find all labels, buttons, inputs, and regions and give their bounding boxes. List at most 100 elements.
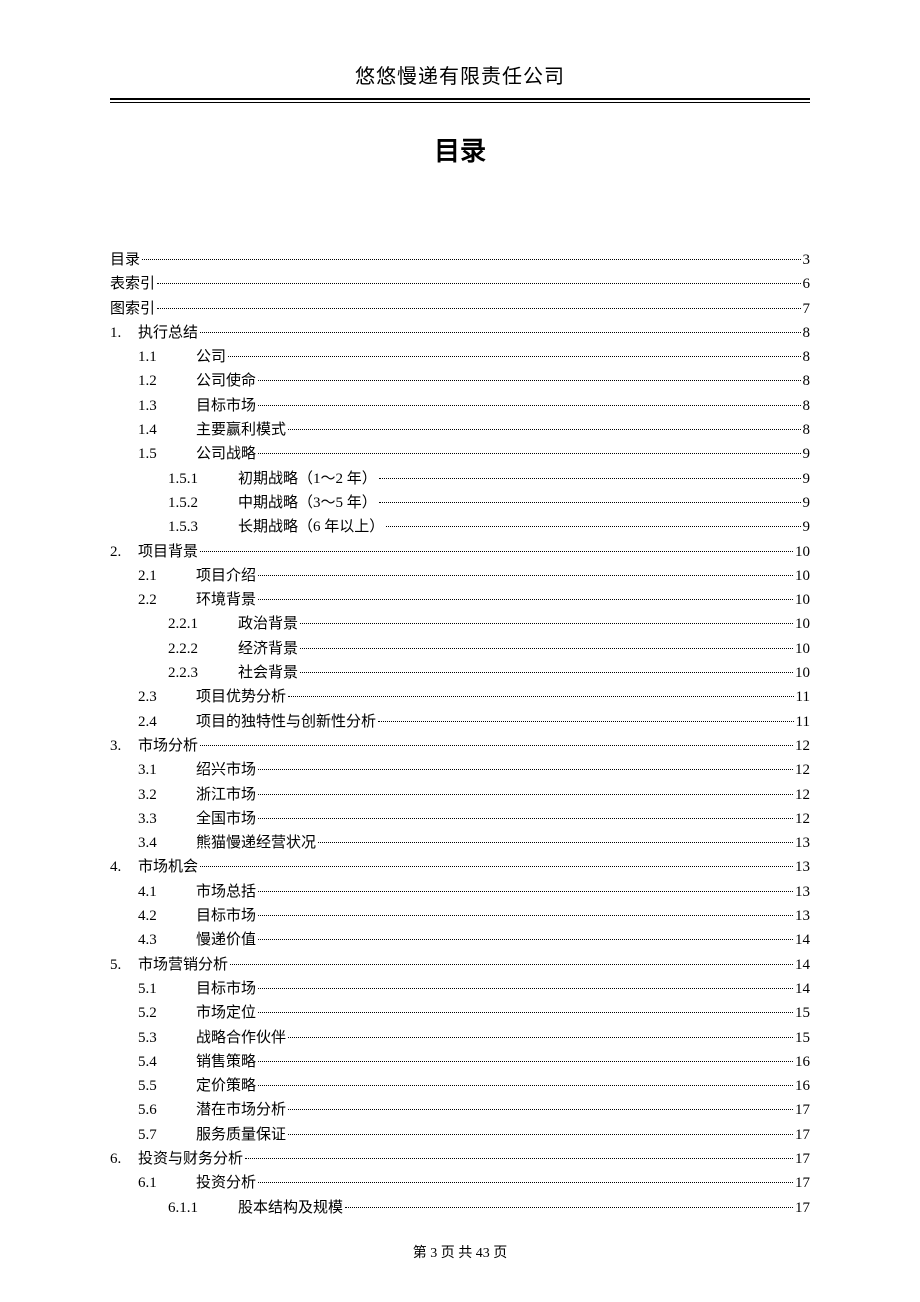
- dot-leader: [258, 575, 793, 576]
- document-page: 悠悠慢递有限责任公司 目录 目录3表索引6图索引71.执行总结81.1公司81.…: [0, 0, 920, 1302]
- toc-entry-page: 9: [803, 467, 811, 491]
- toc-entry-page: 17: [795, 1123, 810, 1147]
- toc-entry-label: 慢递价值: [196, 928, 256, 952]
- toc-entry-number: 6.1: [110, 1171, 196, 1195]
- dot-leader: [379, 502, 801, 503]
- toc-entry[interactable]: 6.1.1股本结构及规模17: [110, 1196, 810, 1220]
- toc-entry-label: 股本结构及规模: [238, 1196, 343, 1220]
- toc-entry-label: 项目的独特性与创新性分析: [196, 710, 376, 734]
- toc-entry[interactable]: 图索引7: [110, 297, 810, 321]
- page-title: 目录: [110, 131, 810, 168]
- toc-entry-number: 3.2: [110, 783, 196, 807]
- toc-entry[interactable]: 2.1项目介绍10: [110, 564, 810, 588]
- toc-entry-label: 政治背景: [238, 612, 298, 636]
- dot-leader: [300, 672, 793, 673]
- toc-entry-label: 公司: [196, 345, 226, 369]
- toc-entry[interactable]: 1.1公司8: [110, 345, 810, 369]
- toc-entry[interactable]: 1.执行总结8: [110, 321, 810, 345]
- toc-entry-number: 2.2: [110, 588, 196, 612]
- dot-leader: [300, 623, 793, 624]
- toc-entry[interactable]: 5.4销售策略16: [110, 1050, 810, 1074]
- toc-entry[interactable]: 3.1绍兴市场12: [110, 758, 810, 782]
- dot-leader: [258, 1182, 793, 1183]
- toc-entry-page: 12: [795, 758, 810, 782]
- dot-leader: [258, 1085, 793, 1086]
- toc-entry[interactable]: 3.2浙江市场12: [110, 783, 810, 807]
- toc-entry[interactable]: 5.6潜在市场分析17: [110, 1098, 810, 1122]
- toc-entry-page: 14: [795, 953, 810, 977]
- toc-entry[interactable]: 4.3慢递价值14: [110, 928, 810, 952]
- dot-leader: [318, 842, 793, 843]
- toc-entry[interactable]: 2.2.1政治背景 10: [110, 612, 810, 636]
- toc-entry[interactable]: 1.4主要赢利模式8: [110, 418, 810, 442]
- dot-leader: [200, 551, 793, 552]
- toc-entry[interactable]: 1.2公司使命8: [110, 369, 810, 393]
- dot-leader: [300, 648, 793, 649]
- toc-entry-label: 公司使命: [196, 369, 256, 393]
- toc-entry-label: 市场营销分析: [138, 953, 228, 977]
- toc-entry[interactable]: 1.3目标市场8: [110, 394, 810, 418]
- toc-entry-page: 11: [796, 710, 810, 734]
- toc-entry[interactable]: 5.1目标市场14: [110, 977, 810, 1001]
- toc-entry-page: 8: [803, 345, 811, 369]
- toc-entry-label: 项目介绍: [196, 564, 256, 588]
- toc-entry[interactable]: 5.7服务质量保证17: [110, 1123, 810, 1147]
- dot-leader: [245, 1158, 793, 1159]
- toc-entry-page: 17: [795, 1196, 810, 1220]
- toc-entry[interactable]: 4.2目标市场13: [110, 904, 810, 928]
- toc-entry-number: 2.2.1: [110, 612, 238, 636]
- toc-entry[interactable]: 2.4项目的独特性与创新性分析11: [110, 710, 810, 734]
- toc-entry[interactable]: 4.1市场总括13: [110, 880, 810, 904]
- toc-entry[interactable]: 1.5公司战略9: [110, 442, 810, 466]
- toc-entry[interactable]: 5.5定价策略16: [110, 1074, 810, 1098]
- toc-entry[interactable]: 1.5.2中期战略（3～5 年）9: [110, 491, 810, 515]
- toc-entry-label: 长期战略（6 年以上）: [238, 515, 384, 539]
- dot-leader: [258, 769, 793, 770]
- toc-entry-label: 目标市场: [196, 977, 256, 1001]
- toc-entry-number: 1.5.2: [110, 491, 238, 515]
- toc-entry[interactable]: 5.2市场定位15: [110, 1001, 810, 1025]
- page-footer: 第 3 页 共 43 页: [0, 1242, 920, 1262]
- toc-entry-label: 目录: [110, 248, 140, 272]
- toc-entry[interactable]: 2.2.2经济背景10: [110, 637, 810, 661]
- toc-entry-number: 3.3: [110, 807, 196, 831]
- toc-entry-label: 主要赢利模式: [196, 418, 286, 442]
- dot-leader: [345, 1207, 793, 1208]
- toc-entry-page: 16: [795, 1074, 810, 1098]
- toc-entry[interactable]: 2.3项目优势分析11: [110, 685, 810, 709]
- toc-entry[interactable]: 表索引6: [110, 272, 810, 296]
- dot-leader: [258, 1061, 793, 1062]
- toc-entry[interactable]: 2.2环境背景10: [110, 588, 810, 612]
- toc-entry[interactable]: 1.5.1初期战略（1～2 年）9: [110, 467, 810, 491]
- toc-entry-label: 投资与财务分析: [138, 1147, 243, 1171]
- toc-entry[interactable]: 3.4熊猫慢递经营状况13: [110, 831, 810, 855]
- toc-entry[interactable]: 6.1投资分析17: [110, 1171, 810, 1195]
- dot-leader: [378, 721, 794, 722]
- toc-entry-label: 图索引: [110, 297, 155, 321]
- table-of-contents: 目录3表索引6图索引71.执行总结81.1公司81.2公司使命81.3目标市场8…: [110, 248, 810, 1220]
- toc-entry[interactable]: 3.市场分析12: [110, 734, 810, 758]
- toc-entry[interactable]: 6.投资与财务分析17: [110, 1147, 810, 1171]
- toc-entry-page: 10: [795, 564, 810, 588]
- toc-entry-number: 1.4: [110, 418, 196, 442]
- toc-entry[interactable]: 1.5.3长期战略（6 年以上）9: [110, 515, 810, 539]
- toc-entry-page: 3: [803, 248, 811, 272]
- toc-entry-page: 10: [795, 612, 810, 636]
- toc-entry[interactable]: 3.3全国市场12: [110, 807, 810, 831]
- toc-entry-number: 3.1: [110, 758, 196, 782]
- toc-entry-label: 定价策略: [196, 1074, 256, 1098]
- toc-entry[interactable]: 目录 3: [110, 248, 810, 272]
- toc-entry[interactable]: 5.3战略合作伙伴15: [110, 1026, 810, 1050]
- dot-leader: [288, 1037, 793, 1038]
- toc-entry[interactable]: 5.市场营销分析14: [110, 953, 810, 977]
- toc-entry[interactable]: 4.市场机会13: [110, 855, 810, 879]
- toc-entry[interactable]: 2.2.3社会背景10: [110, 661, 810, 685]
- toc-entry-page: 9: [803, 515, 811, 539]
- toc-entry-page: 13: [795, 855, 810, 879]
- toc-entry-page: 10: [795, 637, 810, 661]
- toc-entry[interactable]: 2.项目背景10: [110, 540, 810, 564]
- toc-entry-number: 5.3: [110, 1026, 196, 1050]
- toc-entry-page: 10: [795, 588, 810, 612]
- toc-entry-page: 17: [795, 1171, 810, 1195]
- toc-entry-page: 15: [795, 1026, 810, 1050]
